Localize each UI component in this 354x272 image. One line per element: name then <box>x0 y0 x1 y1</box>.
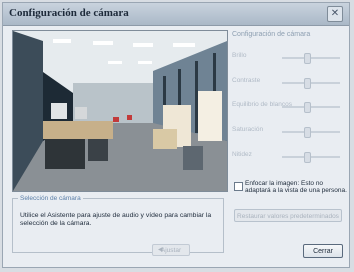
camera-preview <box>12 30 228 192</box>
sharpness-slider-track[interactable] <box>282 156 340 158</box>
title-bar: Configuración de cámara ✕ <box>3 3 349 26</box>
contrast-slider-track[interactable] <box>282 82 340 84</box>
follow-person-label: Enfocar la imagen: Esto no adaptará a la… <box>245 180 347 194</box>
saturation-slider-track[interactable] <box>282 131 340 133</box>
contrast-setting[interactable]: Contraste <box>232 77 344 89</box>
sharpness-slider-thumb[interactable] <box>304 152 311 163</box>
camera-selection-heading: Selección de cámara <box>18 195 83 202</box>
contrast-label: Contraste <box>232 77 261 84</box>
brightness-setting[interactable]: Brillo <box>232 52 344 64</box>
white-balance-slider-thumb[interactable] <box>304 102 311 113</box>
contrast-slider-thumb[interactable] <box>304 78 311 89</box>
window-title: Configuración de cámara <box>9 7 129 19</box>
sharpness-setting[interactable]: Nitidez <box>232 151 344 163</box>
white-balance-slider-track[interactable] <box>282 106 340 108</box>
camera-settings-heading: Configuración de cámara <box>232 31 311 38</box>
close-button[interactable]: Cerrar <box>303 244 343 258</box>
saturation-label: Saturación <box>232 126 264 133</box>
saturation-setting[interactable]: Saturación <box>232 126 344 138</box>
arrow-icon: ◀ <box>158 247 163 253</box>
brightness-slider-thumb[interactable] <box>304 53 311 64</box>
brightness-slider-track[interactable] <box>282 57 340 59</box>
office-photo-image <box>13 31 227 191</box>
follow-person-checkbox[interactable] <box>234 182 243 191</box>
camera-selection-description: Utilice el Asistente para ajuste de audi… <box>20 212 212 227</box>
restore-defaults-button[interactable]: Restaurar valores predeterminados <box>234 209 342 222</box>
white-balance-setting[interactable]: Equilibrio de blancos <box>232 101 344 113</box>
brightness-label: Brillo <box>232 52 247 59</box>
sharpness-label: Nitidez <box>232 151 252 158</box>
window-close-icon[interactable]: ✕ <box>327 6 343 22</box>
saturation-slider-thumb[interactable] <box>304 127 311 138</box>
